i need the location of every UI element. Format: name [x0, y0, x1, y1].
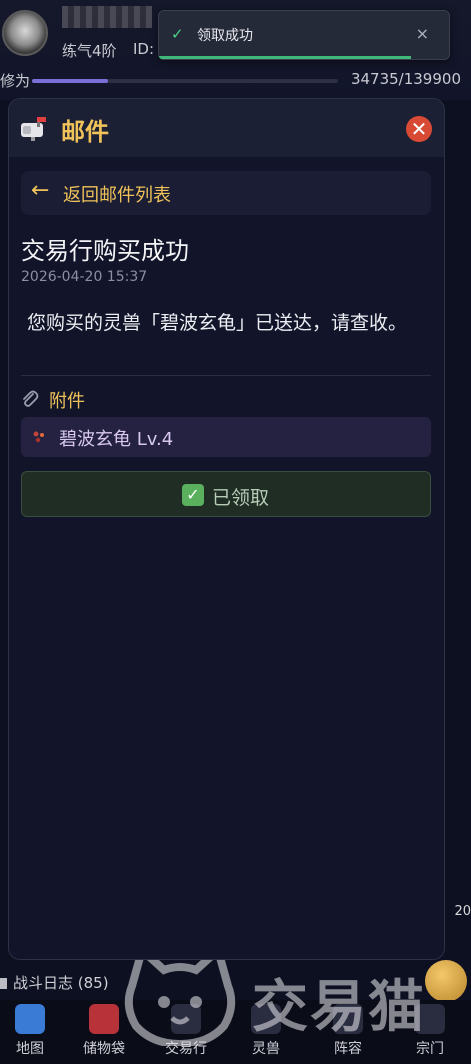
realm-label: 练气4阶 — [62, 42, 117, 60]
player-id-label: ID: — [133, 40, 155, 58]
modal-title: 邮件 — [61, 118, 109, 146]
trade-icon — [171, 1004, 201, 1034]
nav-label: 灵兽 — [252, 1041, 280, 1057]
back-arrow-icon: ← — [31, 178, 50, 203]
attachment-item: 碧波玄龟 Lv.4 — [21, 417, 431, 457]
bag-icon — [89, 1004, 119, 1034]
nav-item-map[interactable]: 地图 — [0, 1004, 60, 1058]
mail-date: 2026-04-20 15:37 — [21, 269, 148, 285]
nav-label: 地图 — [16, 1041, 44, 1057]
close-button[interactable]: ✕ — [406, 116, 432, 142]
battle-log-button[interactable]: 战斗日志 (85) — [0, 972, 109, 993]
divider — [21, 375, 431, 376]
checkbox-checked-icon: ✓ — [182, 484, 204, 506]
exp-progress-fill — [32, 79, 108, 83]
success-toast: ✓ 领取成功 × — [158, 10, 450, 60]
exp-value: 34735/139900 — [350, 70, 461, 88]
mail-content: 您购买的灵兽「碧波玄龟」已送达，请查收。 — [27, 312, 408, 334]
attachments-label: 附件 — [49, 391, 85, 412]
nav-label: 宗门 — [416, 1041, 444, 1057]
claimed-label: 已领取 — [212, 487, 270, 509]
exp-label: 修为 — [0, 72, 31, 90]
check-icon: ✓ — [171, 25, 184, 43]
sect-icon — [415, 1004, 445, 1034]
player-name-blurred — [62, 6, 152, 28]
toast-close-button[interactable]: × — [416, 24, 429, 43]
nav-label: 阵容 — [334, 1041, 362, 1057]
beast-icon — [251, 1004, 281, 1034]
nav-item-bag[interactable]: 储物袋 — [74, 1004, 134, 1058]
paperclip-icon — [23, 390, 39, 407]
exp-progress-bar — [32, 79, 338, 83]
mailbox-icon — [21, 117, 46, 141]
nav-item-formation[interactable]: 阵容 — [318, 1004, 378, 1058]
nav-item-beast[interactable]: 灵兽 — [236, 1004, 296, 1058]
mail-subject: 交易行购买成功 — [21, 237, 189, 265]
nav-item-trade[interactable]: 交易行 — [156, 1004, 216, 1058]
bottom-nav: 地图 储物袋 交易行 灵兽 阵容 宗门 — [0, 1000, 471, 1064]
toast-timer-bar — [159, 56, 411, 59]
side-action-button[interactable] — [425, 960, 467, 1002]
mail-modal: 邮件 ✕ ← 返回邮件列表 交易行购买成功 2026-04-20 15:37 您… — [8, 98, 445, 960]
claimed-button[interactable]: ✓ 已领取 — [21, 471, 431, 517]
attachment-item-label: 碧波玄龟 Lv.4 — [59, 429, 174, 450]
avatar[interactable] — [2, 10, 48, 56]
toast-message: 领取成功 — [197, 28, 253, 44]
nav-label: 储物袋 — [83, 1041, 125, 1057]
mail-detail: ← 返回邮件列表 交易行购买成功 2026-04-20 15:37 您购买的灵兽… — [9, 157, 444, 959]
formation-icon — [333, 1004, 363, 1034]
modal-header: 邮件 ✕ — [9, 99, 444, 158]
nav-label: 交易行 — [165, 1041, 207, 1057]
nav-item-sect[interactable]: 宗门 — [400, 1004, 460, 1058]
beast-item-icon — [33, 431, 44, 443]
side-badge: 20 — [454, 904, 471, 919]
map-icon — [15, 1004, 45, 1034]
back-label: 返回邮件列表 — [63, 185, 171, 206]
back-to-mail-list-button[interactable]: ← 返回邮件列表 — [21, 171, 431, 215]
